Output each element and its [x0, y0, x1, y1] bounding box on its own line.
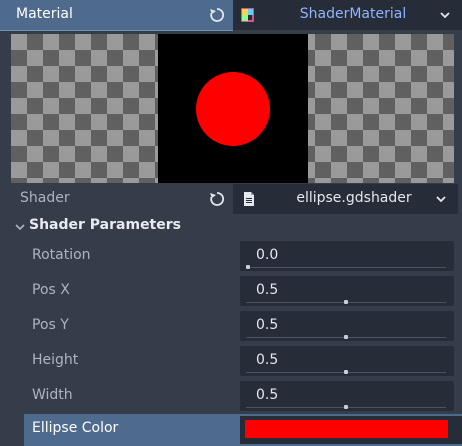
shader-material-icon	[241, 8, 254, 22]
pos-x-slider-field[interactable]: 0.5	[240, 276, 454, 306]
slider-grabber[interactable]	[246, 265, 250, 269]
chevron-down-icon[interactable]	[437, 7, 453, 23]
preview-background	[158, 34, 308, 183]
slider-grabber[interactable]	[344, 335, 348, 339]
param-row-rotation: Rotation 0.0	[24, 239, 462, 274]
param-label: Ellipse Color	[32, 420, 119, 436]
param-row-ellipse-color: Ellipse Color	[24, 414, 462, 446]
param-value: 0.5	[256, 352, 279, 368]
param-value: 0.5	[256, 387, 279, 403]
rotation-slider-field[interactable]: 0.0	[240, 241, 454, 271]
section-title: Shader Parameters	[29, 217, 181, 233]
pos-y-slider-field[interactable]: 0.5	[240, 311, 454, 341]
param-value: 0.5	[256, 317, 279, 333]
slider-track	[246, 267, 446, 268]
shader-resource-picker[interactable]: ellipse.gdshader	[233, 184, 458, 214]
param-label: Rotation	[32, 247, 91, 263]
param-label: Pos Y	[32, 317, 69, 333]
chevron-down-icon	[15, 224, 25, 231]
param-label: Height	[32, 352, 79, 368]
slider-grabber[interactable]	[344, 370, 348, 374]
param-label: Pos X	[32, 282, 70, 298]
slider-grabber[interactable]	[344, 300, 348, 304]
param-row-pos-x: Pos X 0.5	[24, 274, 462, 309]
slider-grabber[interactable]	[344, 405, 348, 409]
param-label: Width	[32, 387, 73, 403]
material-row: Material ShaderMaterial	[0, 0, 462, 31]
material-preview	[11, 34, 454, 183]
ellipse-color-picker[interactable]	[240, 416, 462, 444]
reload-icon[interactable]	[207, 189, 227, 209]
material-resource-picker[interactable]: ShaderMaterial	[233, 0, 462, 30]
shader-parameters-section-header[interactable]: Shader Parameters	[0, 214, 462, 240]
shader-value: ellipse.gdshader	[296, 190, 412, 206]
material-property-label[interactable]: Material	[0, 0, 233, 31]
param-value: 0.0	[256, 247, 279, 263]
file-icon	[244, 192, 254, 206]
reload-icon[interactable]	[207, 5, 227, 25]
color-swatch	[245, 420, 448, 438]
material-label: Material	[16, 6, 73, 22]
material-value: ShaderMaterial	[299, 6, 407, 22]
param-row-width: Width 0.5	[24, 379, 462, 414]
preview-ellipse	[196, 72, 270, 146]
param-row-pos-y: Pos Y 0.5	[24, 309, 462, 344]
shader-label: Shader	[20, 190, 70, 206]
width-slider-field[interactable]: 0.5	[240, 381, 454, 411]
param-value: 0.5	[256, 282, 279, 298]
shader-row: Shader ellipse.gdshader	[0, 184, 462, 214]
param-row-height: Height 0.5	[24, 344, 462, 379]
height-slider-field[interactable]: 0.5	[240, 346, 454, 376]
chevron-down-icon[interactable]	[433, 191, 449, 207]
